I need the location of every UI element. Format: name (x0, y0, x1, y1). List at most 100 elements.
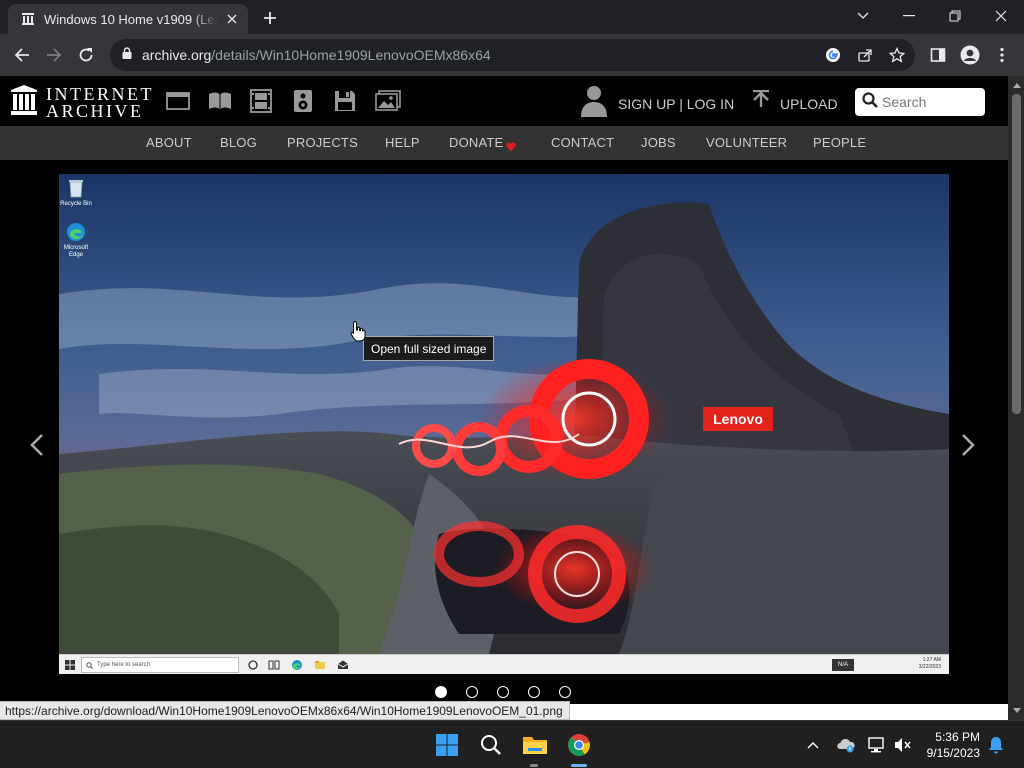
restore-icon[interactable] (932, 0, 978, 32)
ia-logo-text: INTERNET ARCHIVE (46, 83, 154, 121)
chrome-menu-icon[interactable] (988, 41, 1016, 69)
nav-about[interactable]: ABOUT (146, 135, 192, 150)
carousel-pagination (435, 686, 571, 698)
forward-arrow-icon[interactable] (40, 41, 68, 69)
screenshot-search-placeholder: Type here to search (97, 662, 151, 668)
screenshot-tray-na: N/A (832, 659, 854, 671)
carousel-prev-chevron-left-icon[interactable] (27, 430, 47, 460)
mini-edge-icon (292, 660, 302, 670)
windows-taskbar: 5:36 PM 9/15/2023 (0, 720, 1024, 768)
scroll-up-arrow-icon[interactable] (1012, 80, 1021, 90)
tab-title: Windows 10 Home v1909 (Lenovo OEM) (44, 11, 218, 27)
ia-logo-line2: ARCHIVE (46, 100, 144, 121)
scroll-thumb[interactable] (1012, 94, 1021, 414)
ia-search-input[interactable] (882, 94, 978, 110)
url-path: /details/Win10Home1909LenovoOEMx86x64 (211, 47, 491, 63)
clock-date: 9/15/2023 (926, 746, 980, 760)
carousel-image[interactable]: Recycle Bin Microsoft Edge Lenovo Type h… (59, 174, 949, 674)
windows-start-icon (65, 660, 75, 670)
user-silhouette-icon[interactable] (580, 84, 608, 123)
carousel-dot-3[interactable] (497, 686, 509, 698)
edge-icon (67, 223, 85, 241)
nav-blog[interactable]: BLOG (220, 135, 257, 150)
carousel-dot-4[interactable] (528, 686, 540, 698)
carousel-dot-5[interactable] (559, 686, 571, 698)
tab-search-chevron-down-icon[interactable] (840, 0, 886, 32)
browser-tab-active[interactable]: Windows 10 Home v1909 (Lenovo OEM) (8, 4, 248, 34)
screenshot-tray-date: 3/22/2023 (918, 664, 941, 670)
ia-nav-bar: ABOUT BLOG PROJECTS HELP DONATE CONTACT … (0, 126, 1008, 160)
onedrive-cloud-icon[interactable] (836, 735, 856, 755)
images-icon[interactable] (375, 90, 401, 112)
tab-close-icon[interactable] (224, 11, 240, 27)
software-floppy-icon[interactable] (332, 90, 358, 112)
screenshot-search-box: Type here to search (81, 657, 239, 673)
mini-mail-icon (337, 660, 349, 669)
lenovo-wallpaper-scene (59, 174, 949, 654)
desktop-icon-label: Microsoft Edge (63, 245, 89, 258)
notification-bell-icon[interactable] (986, 735, 1006, 755)
screenshot-tray-time: 1:27 AM (922, 657, 941, 663)
lock-icon (122, 46, 132, 64)
nav-projects[interactable]: PROJECTS (287, 135, 358, 150)
books-icon[interactable] (207, 90, 233, 112)
search-icon[interactable] (862, 91, 878, 113)
nav-people[interactable]: PEOPLE (813, 135, 866, 150)
google-lens-icon[interactable] (823, 45, 843, 65)
volume-muted-icon[interactable] (893, 735, 913, 755)
page-scrollbar[interactable] (1008, 76, 1024, 720)
nav-contact[interactable]: CONTACT (551, 135, 614, 150)
nav-help[interactable]: HELP (385, 135, 420, 150)
recycle-bin-icon (69, 180, 83, 198)
clock-time: 5:36 PM (935, 730, 980, 744)
hand-pointer-cursor-icon (350, 320, 366, 347)
cortana-circle-icon (248, 660, 258, 670)
address-bar[interactable]: archive.org/details/Win10Home1909LenovoO… (110, 39, 915, 71)
profile-avatar-icon[interactable] (956, 41, 984, 69)
windows-start-button-icon[interactable] (431, 729, 463, 761)
carousel-next-chevron-right-icon[interactable] (958, 430, 978, 460)
minimize-icon[interactable] (886, 0, 932, 32)
carousel-dot-2[interactable] (466, 686, 478, 698)
carousel-dot-1[interactable] (435, 686, 447, 698)
image-tooltip: Open full sized image (363, 336, 495, 361)
upload-button[interactable]: UPLOAD (752, 90, 838, 117)
upload-arrow-icon (752, 90, 770, 117)
ia-search-box[interactable] (855, 88, 985, 116)
file-explorer-folder-icon[interactable] (519, 729, 551, 761)
web-archive-icon[interactable] (165, 90, 191, 112)
share-icon[interactable] (855, 45, 875, 65)
screenshot-win10-taskbar: Type here to search N/A 1:27 AM 3/22/202… (59, 654, 949, 674)
mini-search-icon (86, 661, 93, 669)
system-clock[interactable]: 5:36 PM 9/15/2023 (922, 729, 980, 761)
audio-speaker-icon[interactable] (290, 90, 316, 112)
page-bottom-strip (567, 704, 1008, 720)
browser-tab-strip: Windows 10 Home v1909 (Lenovo OEM) (0, 0, 1024, 34)
nav-volunteer[interactable]: VOLUNTEER (706, 135, 787, 150)
ia-logo-line1: INTERNET (46, 83, 154, 104)
back-arrow-icon[interactable] (8, 41, 36, 69)
address-url: archive.org/details/Win10Home1909LenovoO… (142, 47, 491, 63)
desktop-icon-edge: Microsoft Edge (59, 222, 93, 259)
screenshot-tray-clock: 1:27 AM 3/22/2023 (919, 657, 941, 671)
reload-icon[interactable] (72, 41, 100, 69)
close-window-icon[interactable] (978, 0, 1024, 32)
new-tab-plus-icon[interactable] (258, 8, 282, 28)
taskbar-search-icon[interactable] (475, 729, 507, 761)
signup-login-link[interactable]: SIGN UP | LOG IN (618, 96, 734, 112)
nav-donate[interactable]: DONATE (449, 135, 503, 150)
ia-user-area: SIGN UP | LOG IN (580, 84, 734, 123)
video-film-icon[interactable] (248, 89, 274, 113)
scroll-down-arrow-icon[interactable] (1012, 705, 1021, 715)
desktop-icon-recycle-bin: Recycle Bin (59, 178, 93, 208)
side-panel-icon[interactable] (924, 41, 952, 69)
bookmark-star-icon[interactable] (887, 45, 907, 65)
lenovo-logo-badge: Lenovo (703, 407, 773, 431)
chrome-taskbar-icon[interactable] (563, 729, 595, 761)
link-status-bubble: https://archive.org/download/Win10Home19… (0, 701, 570, 720)
nav-jobs[interactable]: JOBS (641, 135, 676, 150)
network-ethernet-icon[interactable] (867, 735, 887, 755)
show-hidden-icons-chevron-up-icon[interactable] (803, 735, 823, 755)
ia-header: INTERNET ARCHIVE SIGN UP | LOG IN UPLOAD… (0, 76, 1008, 126)
ia-logo-link[interactable]: INTERNET ARCHIVE (10, 84, 154, 121)
